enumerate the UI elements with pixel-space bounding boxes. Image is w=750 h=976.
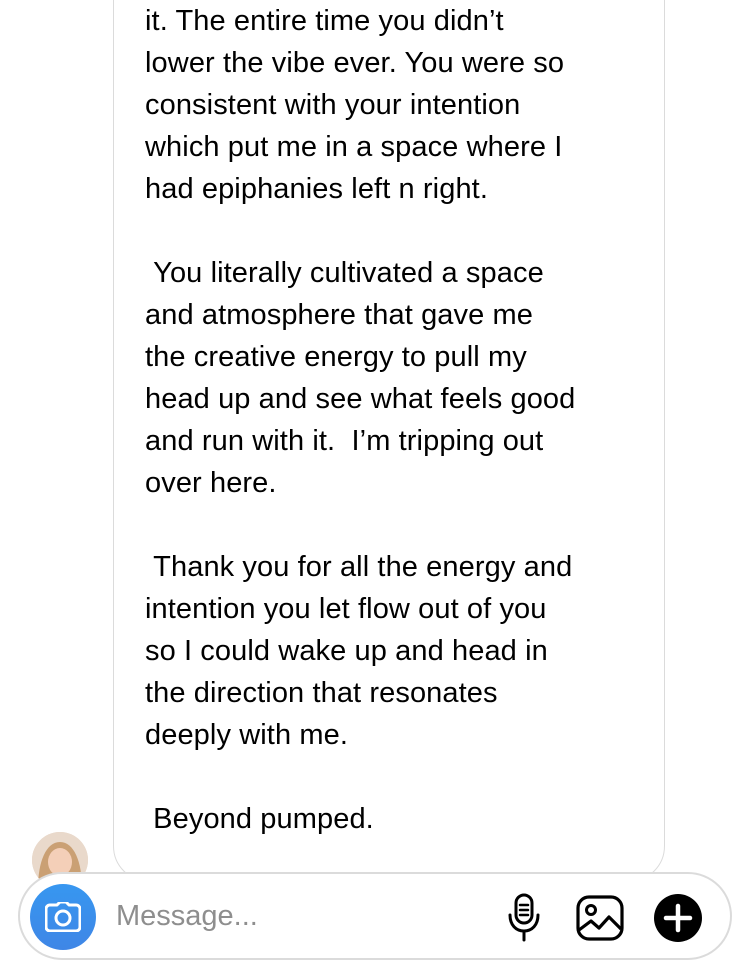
gallery-button[interactable] bbox=[574, 892, 626, 944]
message-paragraph: it. The entire time you didn’t lower the… bbox=[145, 4, 565, 205]
message-paragraph: Thank you for all the energy and intenti… bbox=[145, 550, 573, 751]
message-composer bbox=[18, 872, 732, 960]
message-text: it. The entire time you didn’t lower the… bbox=[145, 0, 645, 840]
dm-thread-screen: it. The entire time you didn’t lower the… bbox=[0, 0, 750, 976]
message-paragraph: Beyond pumped. bbox=[145, 802, 374, 835]
microphone-icon bbox=[508, 893, 540, 942]
message-paragraph: You literally cultivated a space and atm… bbox=[145, 256, 576, 499]
camera-icon bbox=[45, 902, 81, 932]
image-gallery-icon bbox=[576, 895, 624, 941]
microphone-button[interactable] bbox=[498, 892, 550, 944]
plus-circle-icon bbox=[654, 894, 702, 942]
camera-button[interactable] bbox=[30, 884, 96, 950]
more-options-button[interactable] bbox=[652, 892, 704, 944]
message-input[interactable] bbox=[116, 894, 476, 938]
